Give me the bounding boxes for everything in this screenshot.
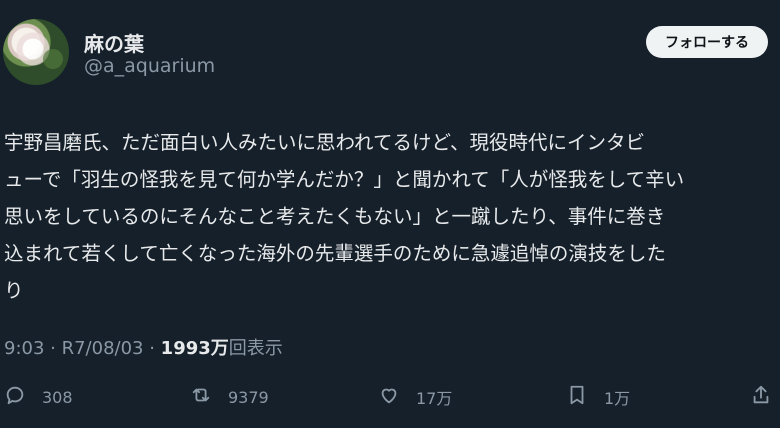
bookmark-count: 1万 (604, 389, 631, 408)
tweet-date[interactable]: R7/08/03 (62, 338, 144, 359)
tweet-line: 込まれて若くして亡くなった海外の先輩選手のために急遽追悼の演技をした (4, 242, 666, 265)
meta-separator: · (44, 338, 62, 359)
tweet-line: ューで「羽生の怪我を見て何か学んだか？」と聞かれて「人が怪我をして辛い (4, 168, 685, 191)
retweet-count: 9379 (228, 387, 269, 407)
tweet-line: 宇野昌磨氏、ただ面白い人みたいに思われてるけど、現役時代にインタビ (4, 131, 645, 154)
heart-icon (378, 384, 400, 410)
tweet-line: り (4, 279, 24, 302)
tweet-time[interactable]: 9:03 (4, 338, 44, 359)
display-name[interactable]: 麻の葉 (84, 28, 144, 57)
retweet-button[interactable]: 9379 (190, 380, 269, 414)
reply-icon (4, 384, 26, 410)
reply-count: 308 (42, 387, 73, 407)
avatar[interactable] (3, 19, 69, 85)
like-count: 17万 (416, 389, 453, 408)
view-count-label: 回表示 (228, 338, 283, 359)
tweet-meta: 9:03 · R7/08/03 · 1993万回表示 (4, 334, 283, 360)
share-button[interactable] (750, 380, 772, 414)
reply-button[interactable]: 308 (4, 380, 73, 414)
bookmark-button[interactable]: 1万 (566, 380, 630, 414)
user-handle[interactable]: @a_aquarium (84, 55, 215, 77)
like-button[interactable]: 17万 (378, 380, 452, 414)
bookmark-icon (566, 384, 588, 410)
meta-separator: · (143, 338, 161, 359)
share-icon (750, 384, 772, 410)
follow-button[interactable]: フォローする (646, 26, 768, 58)
tweet-header: 麻の葉 @a_aquarium フォローする (0, 14, 780, 94)
tweet-line: 思いをしているのにそんなこと考えたくもない」と一蹴したり、事件に巻き (4, 205, 666, 228)
action-bar: 308 9379 17万 1万 (0, 380, 780, 414)
view-count: 1993万 (160, 338, 229, 359)
tweet-text: 宇野昌磨氏、ただ面白い人みたいに思われてるけど、現役時代にインタビ ューで「羽生… (4, 124, 780, 309)
retweet-icon (190, 384, 212, 410)
